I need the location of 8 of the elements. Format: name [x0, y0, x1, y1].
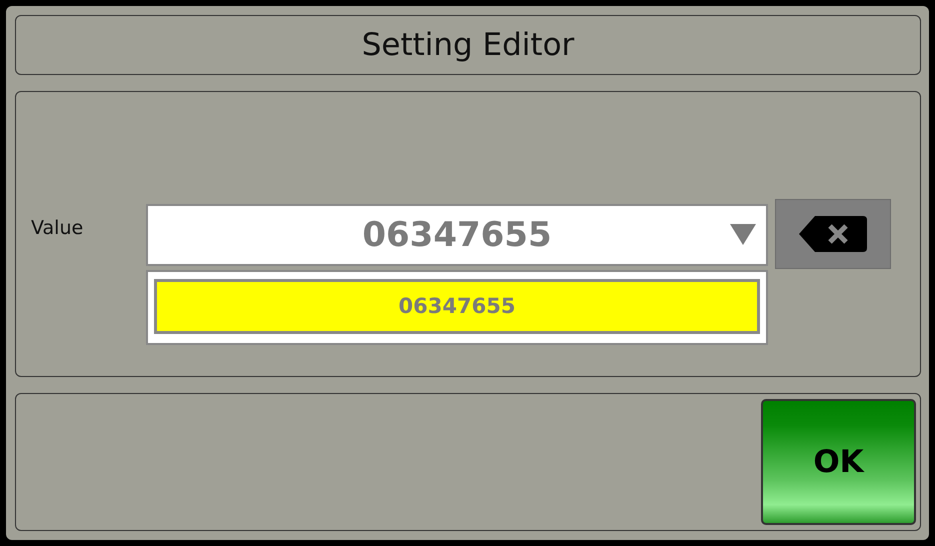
- dropdown-option[interactable]: 06347655: [154, 279, 760, 334]
- backspace-icon: [797, 214, 869, 254]
- field-label: Value: [31, 216, 84, 242]
- window-title: Setting Editor: [362, 26, 574, 65]
- backspace-button[interactable]: [775, 199, 891, 270]
- value-dropdown[interactable]: 06347655: [146, 204, 768, 266]
- ok-button[interactable]: OK: [761, 399, 916, 525]
- caret-icon: [730, 224, 756, 246]
